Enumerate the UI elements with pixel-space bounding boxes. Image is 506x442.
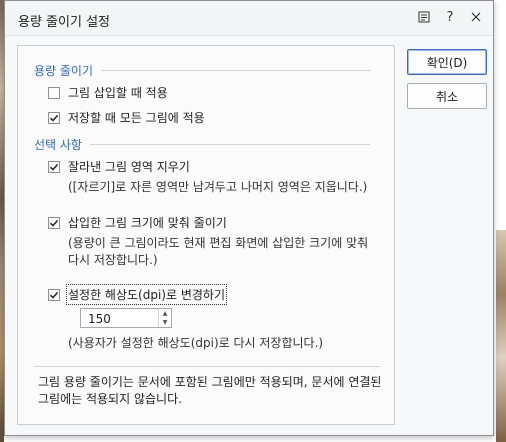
footer-note-line2: 그림에는 적용되지 않습니다. (38, 392, 182, 406)
label-change-dpi: 설정한 해상도(dpi)로 변경하기 (65, 284, 228, 305)
dialog-title: 용량 줄이기 설정 (18, 15, 110, 30)
checkbox-remove-cropped[interactable] (48, 160, 60, 173)
option-apply-on-insert[interactable]: 그림 삽입할 때 적용 (48, 84, 168, 101)
label-fit-inserted-size: 삽입한 그림 크기에 맞춰 줄이기 (68, 216, 227, 230)
desc-fit-inserted-size-line2: 다시 저장합니다.) (68, 253, 158, 267)
question-icon[interactable]: ? (443, 10, 457, 25)
titlebar-icons: ? (417, 10, 483, 25)
footer-note-line1: 그림 용량 줄이기는 문서에 포함된 그림에만 적용되며, 문서에 연결된 (38, 375, 382, 389)
footer-note: 그림 용량 줄이기는 문서에 포함된 그림에만 적용되며, 문서에 연결된 그림… (38, 374, 381, 408)
label-apply-on-insert: 그림 삽입할 때 적용 (68, 86, 168, 100)
option-change-dpi[interactable]: 설정한 해상도(dpi)로 변경하기 (48, 284, 228, 305)
checkbox-change-dpi[interactable] (48, 288, 60, 301)
section-divider (101, 70, 372, 71)
option-apply-on-save[interactable]: 저장할 때 모든 그림에 적용 (48, 109, 205, 126)
ok-button[interactable]: 확인(D) (407, 49, 487, 75)
section-options-header: 선택 사항 (34, 136, 370, 153)
footer-divider (34, 366, 380, 367)
dialog-titlebar: 용량 줄이기 설정 ? (5, 1, 493, 36)
label-apply-on-save: 저장할 때 모든 그림에 적용 (68, 111, 205, 125)
close-icon[interactable] (469, 10, 483, 24)
section-reduce-title: 용량 줄이기 (34, 64, 94, 78)
dpi-spin-buttons: ▲ ▼ (158, 309, 171, 327)
section-options-title: 선택 사항 (34, 138, 82, 152)
option-remove-cropped[interactable]: 잘라낸 그림 영역 지우기 (48, 158, 190, 175)
spin-up-icon[interactable]: ▲ (159, 309, 171, 318)
background-image-right (492, 0, 506, 442)
spin-down-icon[interactable]: ▼ (159, 318, 171, 327)
checkbox-apply-on-save[interactable] (48, 111, 60, 124)
label-remove-cropped: 잘라낸 그림 영역 지우기 (68, 160, 190, 174)
dpi-spinbox[interactable]: 150 ▲ ▼ (80, 308, 172, 328)
section-reduce-header: 용량 줄이기 (34, 62, 372, 79)
desc-change-dpi: (사용자가 설정한 해상도(dpi)로 다시 저장합니다.) (68, 336, 324, 350)
option-fit-inserted-size[interactable]: 삽입한 그림 크기에 맞춰 줄이기 (48, 214, 227, 231)
reduce-size-dialog: 용량 줄이기 설정 ? 용량 줄이기 그림 삽입할 때 적용 저장할 때 모든 … (4, 0, 494, 436)
section-divider (89, 144, 370, 145)
settings-panel: 용량 줄이기 그림 삽입할 때 적용 저장할 때 모든 그림에 적용 선택 사항… (17, 45, 395, 425)
dpi-value[interactable]: 150 (88, 312, 111, 326)
checkbox-apply-on-insert[interactable] (48, 86, 60, 99)
background-strip (496, 230, 506, 442)
cancel-button[interactable]: 취소 (407, 83, 487, 109)
desc-fit-inserted-size-line1: (용량이 큰 그림이라도 현재 편집 화면에 삽입한 크기에 맞춰 (68, 236, 369, 250)
help-doc-icon[interactable] (417, 10, 431, 24)
checkbox-fit-inserted-size[interactable] (48, 216, 60, 229)
desc-remove-cropped: ([자르기]로 자른 영역만 남겨두고 나머지 영역은 지웁니다.) (68, 180, 368, 194)
